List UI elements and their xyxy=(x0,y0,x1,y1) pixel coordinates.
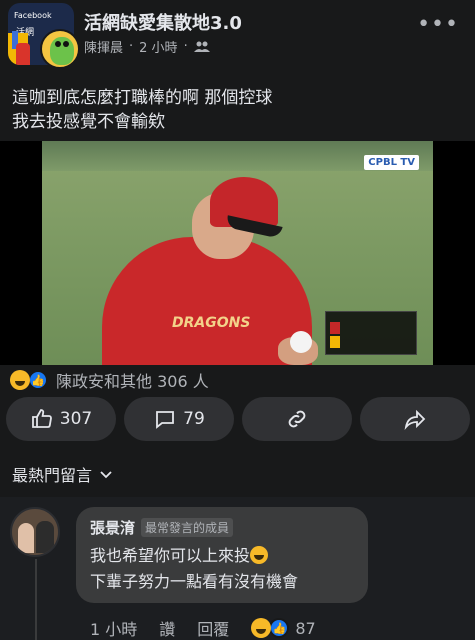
comment-footer: 1 小時 讚 回覆 👍 87 xyxy=(90,616,316,640)
post-meta: 陳揮晨 · 2 小時 · xyxy=(84,37,210,56)
post-actions: 307 79 xyxy=(6,397,470,441)
jersey-text: DRAGONS xyxy=(172,315,251,331)
reactions-summary-text: 陳政安和其他 306 人 xyxy=(56,372,209,391)
post-time[interactable]: 2 小時 xyxy=(139,37,177,56)
like-button[interactable]: 307 xyxy=(6,397,116,441)
score-marker xyxy=(330,322,340,334)
group-avatar-caption: Facebook xyxy=(14,11,52,20)
post-header: Facebook 活網 活網缺愛集散地3.0 陳揮晨 · 2 小時 · ••• xyxy=(0,0,475,69)
post-text-line: 這咖到底怎麼打職棒的啊 那個控球 xyxy=(12,88,273,108)
comment-line: 下輩子努力一點看有沒有機會 xyxy=(90,572,299,591)
comment-button[interactable]: 79 xyxy=(124,397,234,441)
comment-text: 我也希望你可以上來投 下輩子努力一點看有沒有機會 xyxy=(90,543,298,595)
laughing-emoji-icon xyxy=(250,546,269,564)
comment-reply-button[interactable]: 回覆 xyxy=(197,616,229,640)
reactions-summary[interactable]: 👍 陳政安和其他 306 人 xyxy=(10,368,209,392)
comment-line-text: 我也希望你可以上來投 xyxy=(90,546,251,565)
comments-list: 張景淯 最常發言的成員 我也希望你可以上來投 下輩子努力一點看有沒有機會 1 小… xyxy=(0,497,475,640)
post-text: 這咖到底怎麼打職棒的啊 那個控球 我去投感覺不會輸欸 xyxy=(12,86,462,134)
more-icon[interactable]: ••• xyxy=(417,12,459,37)
group-icon xyxy=(193,41,210,52)
frog-eye xyxy=(55,41,61,47)
commenter-avatar[interactable] xyxy=(10,507,60,557)
commenter-header: 張景淯 最常發言的成員 xyxy=(90,517,234,538)
group-avatar-stripe xyxy=(16,43,30,65)
video-frame[interactable]: CPBL TV DRAGONS xyxy=(42,141,433,365)
copy-link-button[interactable] xyxy=(242,397,352,441)
share-icon xyxy=(404,409,426,431)
share-button[interactable] xyxy=(360,397,470,441)
comment-time[interactable]: 1 小時 xyxy=(90,616,137,640)
baseball xyxy=(290,331,312,353)
thumbs-up-icon xyxy=(31,409,52,428)
comment-line: 我也希望你可以上來投 xyxy=(90,543,298,569)
comment-reactions[interactable]: 👍 87 xyxy=(251,618,316,638)
post-media[interactable]: CPBL TV DRAGONS xyxy=(0,141,475,365)
avatar-photo-person xyxy=(18,523,34,553)
member-badge: 最常發言的成員 xyxy=(141,518,234,537)
comment-icon xyxy=(156,411,175,429)
meta-separator: · xyxy=(183,39,188,54)
haha-reaction-icon xyxy=(10,370,30,390)
link-icon xyxy=(288,410,306,428)
scoreboard-overlay xyxy=(325,311,417,355)
comment-count: 79 xyxy=(183,409,205,429)
commenter-name[interactable]: 張景淯 xyxy=(90,517,135,538)
comment-like-button[interactable]: 讚 xyxy=(159,616,175,640)
comment-reaction-count: 87 xyxy=(295,618,316,638)
meta-separator: · xyxy=(129,39,134,54)
comment-sort-dropdown[interactable]: 最熱門留言 xyxy=(12,462,114,486)
frog-eye xyxy=(63,41,69,47)
post-text-line: 我去投感覺不會輸欸 xyxy=(12,112,165,132)
author-name-link[interactable]: 陳揮晨 xyxy=(84,37,123,56)
like-reaction-icon: 👍 xyxy=(269,618,290,638)
score-marker xyxy=(330,336,340,348)
like-count: 307 xyxy=(59,409,93,429)
thread-line xyxy=(35,559,37,640)
like-reaction-icon: 👍 xyxy=(28,370,48,390)
group-name-link[interactable]: 活網缺愛集散地3.0 xyxy=(84,9,242,35)
broadcast-logo: CPBL TV xyxy=(364,155,419,170)
author-avatar[interactable] xyxy=(40,29,80,69)
haha-reaction-icon xyxy=(251,618,272,638)
comment-sort-label: 最熱門留言 xyxy=(12,466,93,485)
avatar-photo-person xyxy=(36,521,54,553)
comment-bubble: 張景淯 最常發言的成員 我也希望你可以上來投 下輩子努力一點看有沒有機會 xyxy=(76,507,368,603)
chevron-down-icon xyxy=(100,471,112,479)
frog-avatar-shape xyxy=(50,37,74,65)
